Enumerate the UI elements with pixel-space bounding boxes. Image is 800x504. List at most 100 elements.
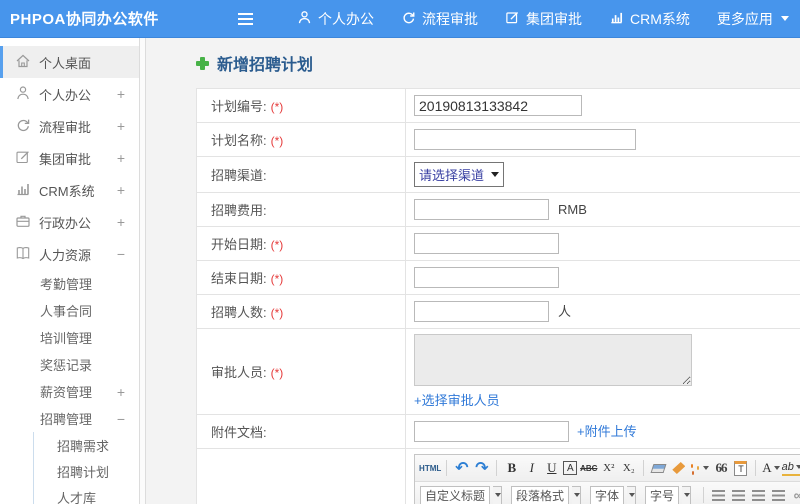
sidebar-item-process-approval[interactable]: 流程审批 + xyxy=(0,110,139,142)
plan-number-input[interactable] xyxy=(414,95,582,116)
paragraph-format-select[interactable]: 段落格式 xyxy=(511,485,570,504)
collapse-minus-icon[interactable]: − xyxy=(117,246,125,262)
plan-name-input[interactable] xyxy=(414,129,636,150)
hamburger-menu-icon[interactable] xyxy=(238,12,253,25)
sidebar-item-salary[interactable]: 薪资管理 + xyxy=(0,378,139,405)
html-source-button[interactable]: HTML xyxy=(419,459,441,478)
subscript-button[interactable]: X₂ xyxy=(620,459,637,478)
caret-down-icon[interactable] xyxy=(493,485,503,504)
sidebar-item-hr-contract[interactable]: 人事合同 xyxy=(0,297,139,324)
expand-plus-icon[interactable]: + xyxy=(117,86,125,102)
topnav-label: 流程审批 xyxy=(422,10,478,27)
sidebar-item-talent-pool[interactable]: 人才库 xyxy=(34,484,139,504)
sidebar-subitem-label: 考勤管理 xyxy=(40,277,93,292)
font-size-select[interactable]: 字号 xyxy=(645,485,680,504)
field-label: 招聘费用: xyxy=(211,203,267,218)
sidebar-item-recruit-demand[interactable]: 招聘需求 xyxy=(34,432,139,458)
align-right-icon[interactable] xyxy=(750,486,767,504)
align-center-icon[interactable] xyxy=(730,486,747,504)
expand-plus-icon[interactable]: + xyxy=(117,214,125,230)
sidebar-item-label: 集团审批 xyxy=(39,151,92,167)
attachment-input[interactable] xyxy=(414,421,569,442)
attachment-upload-link[interactable]: +附件上传 xyxy=(577,424,637,439)
topnav-personal-office[interactable]: 个人办公 xyxy=(297,9,374,29)
sidebar-item-personal-desktop[interactable]: 个人桌面 xyxy=(0,46,139,78)
sidebar-item-recruit-mgmt[interactable]: 招聘管理 − xyxy=(0,405,139,432)
sidebar-item-attendance[interactable]: 考勤管理 xyxy=(0,270,139,297)
sidebar-item-label: 行政办公 xyxy=(39,215,92,231)
expand-plus-icon[interactable]: + xyxy=(117,118,125,134)
topnav-group-approval[interactable]: 集团审批 xyxy=(505,9,582,29)
sidebar-item-personal-office[interactable]: 个人办公 + xyxy=(0,78,139,110)
cost-input[interactable] xyxy=(414,199,549,220)
channel-select[interactable]: 请选择渠道 xyxy=(414,162,505,187)
end-date-input[interactable] xyxy=(414,267,559,288)
underline-button[interactable]: U xyxy=(543,459,560,478)
highlight-color-button[interactable]: ab xyxy=(782,461,800,476)
sidebar-subitem-label: 奖惩记录 xyxy=(40,358,93,373)
expand-plus-icon[interactable]: + xyxy=(117,182,125,198)
custom-title-select[interactable]: 自定义标题 xyxy=(420,485,491,504)
autotypeset-button[interactable]: A xyxy=(563,461,578,475)
insert-link-icon[interactable]: ∞ xyxy=(790,486,800,504)
form-row-approvers: 审批人员: (*) +选择审批人员 xyxy=(196,328,800,415)
field-label: 审批人员: xyxy=(211,365,267,380)
sidebar-item-training[interactable]: 培训管理 xyxy=(0,324,139,351)
sidebar-item-hr[interactable]: 人力资源 − xyxy=(0,238,139,270)
topnav-crm-system[interactable]: CRM系统 xyxy=(609,9,690,29)
topnav-process-approval[interactable]: 流程审批 xyxy=(401,9,478,29)
align-justify-icon[interactable] xyxy=(770,486,787,504)
person-icon xyxy=(297,10,312,28)
form-row-channel: 招聘渠道: 请选择渠道 xyxy=(196,156,800,193)
start-date-input[interactable] xyxy=(414,233,559,254)
expand-plus-icon[interactable]: + xyxy=(117,384,125,400)
strikethrough-button[interactable]: ABC xyxy=(580,459,597,478)
font-family-select[interactable]: 字体 xyxy=(590,485,625,504)
sidebar-scrollbar[interactable] xyxy=(139,38,146,504)
headcount-input[interactable] xyxy=(414,301,549,322)
form-row-editor: HTML ↶ ↷ B I U A ABC X² X₂ 66 T A ab 自定义… xyxy=(196,448,800,504)
caret-down-icon[interactable] xyxy=(627,485,637,504)
superscript-button[interactable]: X² xyxy=(600,459,617,478)
required-marker: (*) xyxy=(270,134,284,148)
caret-down-icon xyxy=(780,16,789,21)
paste-text-icon[interactable]: T xyxy=(732,459,749,478)
italic-button[interactable]: I xyxy=(523,459,540,478)
redo-icon[interactable]: ↷ xyxy=(473,459,490,478)
sidebar-item-label: 流程审批 xyxy=(39,119,92,135)
expand-plus-icon[interactable]: + xyxy=(117,150,125,166)
sidebar-item-label: 个人办公 xyxy=(39,87,92,103)
choose-approvers-link[interactable]: +选择审批人员 xyxy=(414,390,500,409)
sidebar-item-admin-office[interactable]: 行政办公 + xyxy=(0,206,139,238)
sidebar-item-label: CRM系统 xyxy=(39,183,95,199)
sidebar-item-rewards[interactable]: 奖惩记录 xyxy=(0,351,139,378)
caret-down-icon xyxy=(491,172,500,177)
caret-down-icon[interactable] xyxy=(682,485,692,504)
topnav-more-apps[interactable]: 更多应用 xyxy=(717,9,789,29)
bar-chart-icon xyxy=(15,181,39,200)
bold-button[interactable]: B xyxy=(503,459,520,478)
align-left-icon[interactable] xyxy=(710,486,727,504)
sidebar-item-crm[interactable]: CRM系统 + xyxy=(0,174,139,206)
clear-format-broom-icon[interactable] xyxy=(670,459,687,478)
sidebar-item-group-approval[interactable]: 集团审批 + xyxy=(0,142,139,174)
approvers-textarea[interactable] xyxy=(414,334,692,386)
eraser-icon[interactable] xyxy=(650,459,667,478)
undo-icon[interactable]: ↶ xyxy=(453,459,470,478)
blockquote-button[interactable]: 66 xyxy=(712,459,729,478)
sidebar: 个人桌面 个人办公 + 流程审批 + 集团审批 + CRM系统 + 行政办公 + xyxy=(0,38,139,504)
format-painter-icon[interactable] xyxy=(690,459,710,478)
topnav-label: 更多应用 xyxy=(716,10,773,27)
font-color-button[interactable]: A xyxy=(762,459,780,478)
edit-square-icon xyxy=(505,10,520,28)
sidebar-subitem-label: 薪资管理 xyxy=(40,385,93,400)
form-row-cost: 招聘费用: RMB xyxy=(196,192,800,227)
form-row-end-date: 结束日期: (*) xyxy=(196,260,800,295)
sidebar-subitem-label: 招聘需求 xyxy=(57,438,110,454)
collapse-minus-icon[interactable]: − xyxy=(117,411,125,427)
sidebar-subitem-label: 人才库 xyxy=(57,490,97,504)
sidebar-item-recruit-plan[interactable]: 招聘计划 xyxy=(34,458,139,484)
field-label: 招聘人数: xyxy=(211,305,267,320)
form-row-plan-name: 计划名称: (*) xyxy=(196,122,800,157)
caret-down-icon[interactable] xyxy=(572,485,582,504)
